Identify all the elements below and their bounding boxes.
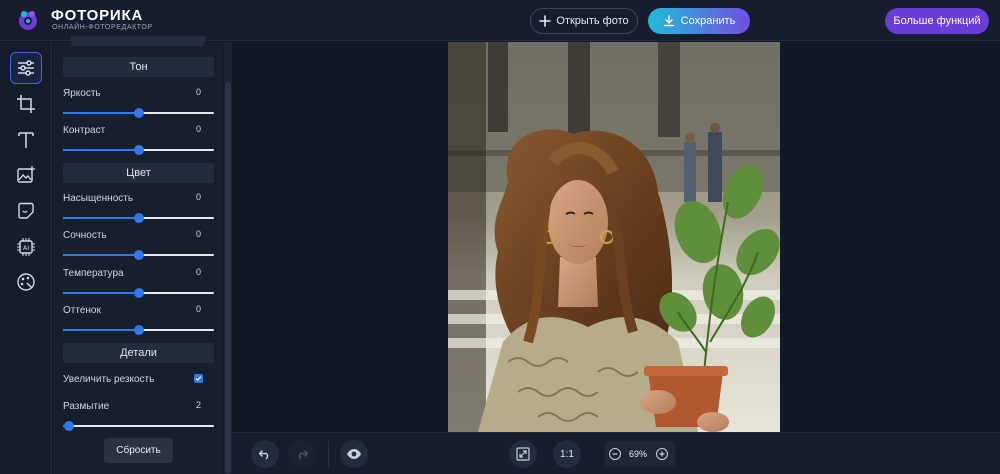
tint-value: 0	[195, 304, 201, 314]
panel-scrollbar-thumb[interactable]	[225, 82, 231, 474]
tool-sticker[interactable]	[10, 195, 42, 227]
ai-chip-icon: AI	[17, 238, 35, 256]
contrast-value: 0	[195, 124, 201, 134]
editor-canvas	[232, 42, 1000, 432]
saturation-slider-knob[interactable]	[133, 213, 144, 223]
palette-icon	[17, 273, 35, 291]
svg-text:AI: AI	[23, 244, 29, 252]
saturation-slider-fill	[63, 217, 139, 219]
saturation-label: Насыщенность	[63, 193, 134, 204]
vibrance-value: 0	[195, 229, 201, 239]
brand-tagline: ОНЛАЙН-ФОТОРЕДАКТОР	[52, 24, 153, 31]
section-color-title: Цвет	[63, 163, 214, 183]
panel-scrollbar[interactable]	[224, 42, 232, 474]
eye-icon	[347, 449, 361, 459]
vibrance-slider[interactable]	[63, 250, 214, 260]
preview-button[interactable]	[340, 440, 368, 468]
contrast-label: Контраст	[63, 125, 106, 136]
redo-button[interactable]	[288, 440, 316, 468]
more-features-button[interactable]: Больше функций	[885, 8, 989, 34]
plus-icon	[659, 451, 665, 457]
temperature-label: Температура	[63, 268, 124, 279]
brightness-label: Яркость	[63, 88, 101, 99]
open-photo-button[interactable]: Открыть фото	[530, 8, 638, 34]
undo-icon	[258, 450, 269, 460]
tool-crop[interactable]	[10, 88, 42, 120]
logo-icon	[19, 11, 37, 30]
contrast-slider[interactable]	[63, 145, 214, 155]
tint-slider-knob[interactable]	[133, 325, 144, 335]
temperature-value: 0	[195, 267, 201, 277]
vibrance-slider-fill	[63, 254, 139, 256]
tint-slider[interactable]	[63, 325, 214, 335]
saturation-value: 0	[195, 192, 201, 202]
open-photo-label: Открыть фото	[556, 15, 629, 27]
zoom-in-button[interactable]	[656, 448, 668, 460]
section-details-title: Детали	[63, 343, 214, 363]
zoom-out-button[interactable]	[609, 448, 621, 460]
tool-add-image[interactable]	[10, 159, 42, 191]
adjustment-panel: Тон Яркость 0 Контраст 0 Цвет Насыщеннос…	[53, 36, 223, 474]
fit-screen-button[interactable]	[509, 440, 537, 468]
sharpen-checkbox[interactable]	[194, 374, 203, 383]
contrast-slider-fill	[63, 149, 139, 151]
blur-slider[interactable]	[63, 421, 214, 431]
undo-button[interactable]	[251, 440, 279, 468]
tool-effects[interactable]	[10, 266, 42, 298]
save-button[interactable]: Сохранить	[648, 8, 750, 34]
reset-button[interactable]: Сбросить	[104, 438, 173, 463]
redo-icon	[298, 450, 309, 460]
blur-label: Размытие	[63, 401, 110, 412]
download-icon	[663, 15, 674, 27]
adjust-icon	[18, 60, 34, 76]
photo-image	[448, 42, 780, 432]
blur-value: 2	[195, 400, 201, 410]
brand-name: ФОТОРИКА	[51, 7, 144, 24]
saturation-slider[interactable]	[63, 213, 214, 223]
check-icon	[195, 376, 202, 382]
minus-icon	[612, 453, 618, 455]
brightness-slider[interactable]	[63, 108, 214, 118]
temperature-slider-fill	[63, 292, 139, 294]
tool-adjust[interactable]	[10, 52, 42, 84]
zoom-level: 69%	[628, 449, 647, 459]
tool-text[interactable]	[10, 124, 42, 156]
save-label: Сохранить	[680, 15, 736, 27]
actual-size-button[interactable]: 1:1	[553, 440, 581, 468]
section-tone-title: Тон	[63, 57, 214, 77]
sharpen-label: Увеличить резкость	[63, 374, 155, 385]
text-icon	[18, 132, 34, 148]
crop-icon	[17, 95, 35, 113]
brightness-value: 0	[195, 87, 201, 97]
tool-ai[interactable]: AI	[10, 231, 42, 263]
tint-label: Оттенок	[63, 305, 101, 316]
bottom-toolbar: 1:1 69%	[232, 432, 1000, 474]
brightness-slider-knob[interactable]	[133, 108, 144, 118]
vibrance-label: Сочность	[63, 230, 107, 241]
fit-screen-icon	[516, 447, 530, 461]
temperature-slider-knob[interactable]	[133, 288, 144, 298]
brightness-slider-fill	[63, 112, 139, 114]
image-add-icon	[17, 166, 35, 183]
temperature-slider[interactable]	[63, 288, 214, 298]
sticker-icon	[18, 202, 34, 219]
zoom-control: 69%	[605, 441, 675, 467]
toolbar-divider	[328, 441, 329, 467]
tool-rail: AI	[0, 42, 52, 474]
contrast-slider-knob[interactable]	[133, 145, 144, 155]
edited-photo[interactable]	[448, 42, 780, 432]
tint-slider-fill	[63, 329, 139, 331]
panel-section-stub	[71, 36, 205, 46]
vibrance-slider-knob[interactable]	[133, 250, 144, 260]
top-bar: ФОТОРИКА ОНЛАЙН-ФОТОРЕДАКТОР Открыть фот…	[0, 0, 1000, 41]
blur-slider-knob[interactable]	[64, 421, 75, 431]
plus-icon	[539, 15, 552, 27]
actual-size-label: 1:1	[560, 448, 574, 460]
